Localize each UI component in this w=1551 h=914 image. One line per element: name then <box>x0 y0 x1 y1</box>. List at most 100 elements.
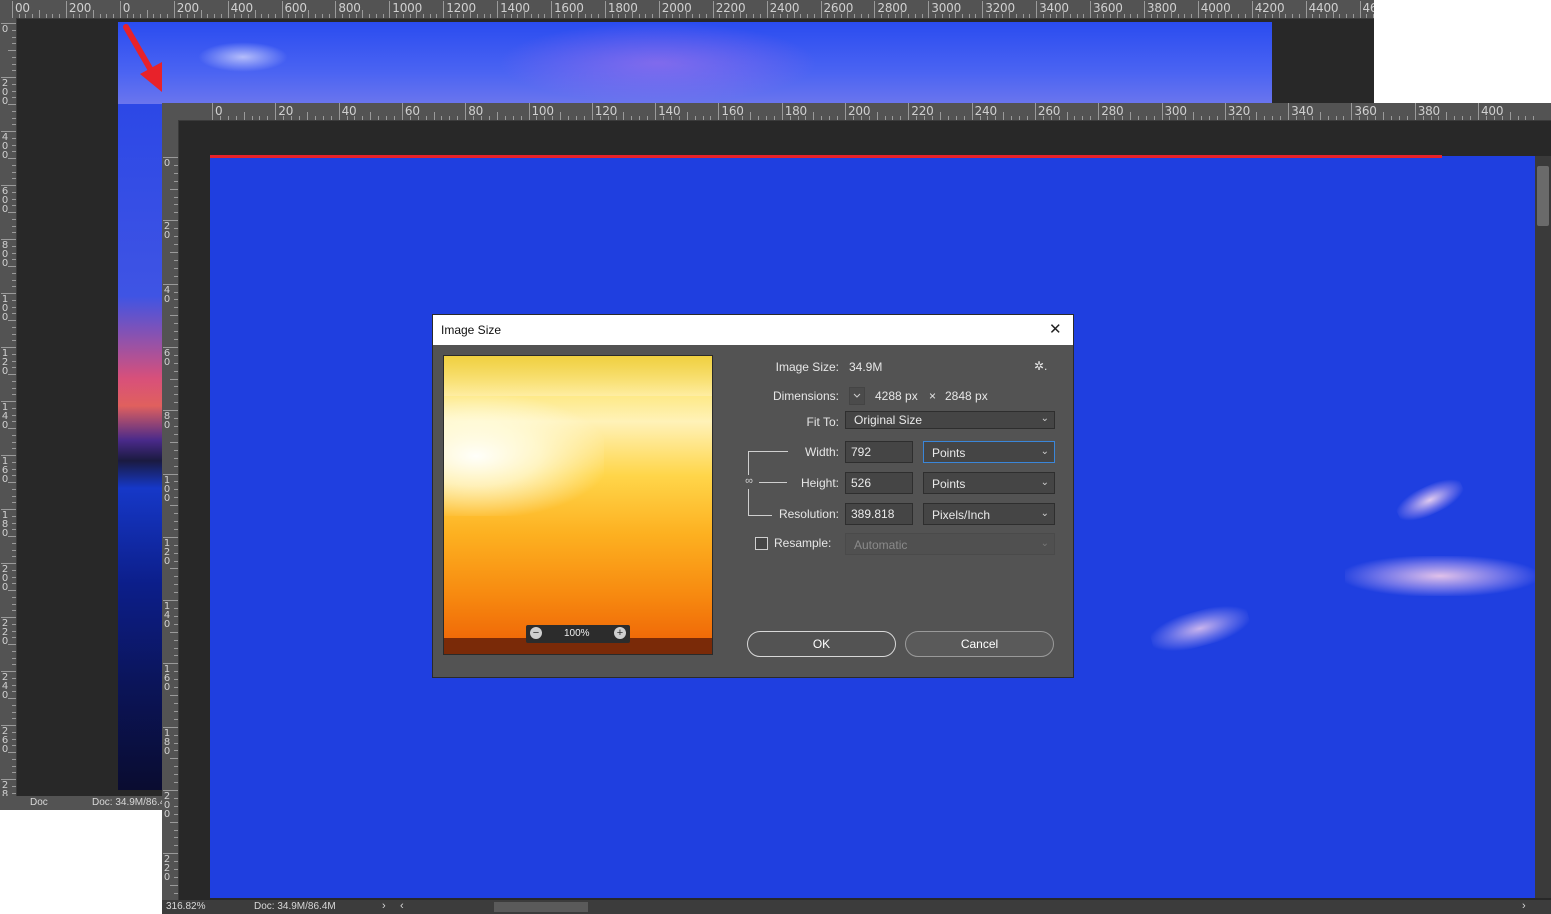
ruler-tick <box>119 1 121 18</box>
ruler-minor-tick <box>174 196 178 198</box>
resolution-unit-select[interactable]: Pixels/Inch ⌄ <box>923 503 1055 525</box>
ruler-minor-tick <box>921 14 923 18</box>
ruler-minor-tick <box>174 449 178 451</box>
ruler-minor-tick <box>348 14 350 18</box>
ruler-minor-tick <box>8 752 16 753</box>
ruler-minor-tick <box>174 164 178 166</box>
ruler-minor-tick <box>12 657 16 659</box>
ruler-minor-tick <box>174 608 178 609</box>
ruler-minor-tick <box>833 14 835 18</box>
resample-checkbox[interactable] <box>755 537 768 550</box>
ruler-minor-tick <box>1509 112 1511 120</box>
ruler-minor-tick <box>457 116 459 120</box>
ruler-minor-tick <box>854 14 856 18</box>
gear-icon[interactable]: ✲. <box>1034 359 1047 373</box>
ruler-minor-tick <box>174 457 178 459</box>
ruler-minor-tick <box>174 244 178 246</box>
ruler-minor-tick <box>12 97 16 99</box>
ruler-minor-tick <box>174 338 178 340</box>
ruler-minor-tick <box>219 116 221 120</box>
width-unit-select[interactable]: Points ⌄ <box>923 441 1055 463</box>
ruler-tick <box>820 1 822 18</box>
ruler-minor-tick <box>1258 14 1260 18</box>
ruler-minor-tick <box>12 306 16 308</box>
ruler-minor-tick <box>1116 10 1118 18</box>
dialog-title-bar[interactable]: Image Size ✕ <box>433 315 1073 345</box>
ruler-minor-tick <box>330 116 332 120</box>
status-menu-arrow[interactable]: › <box>382 900 386 912</box>
ruler-minor-tick <box>12 56 16 58</box>
ruler-minor-tick <box>12 90 16 92</box>
ruler-minor-tick <box>174 275 178 277</box>
zoom-in-icon[interactable]: + <box>614 627 626 639</box>
ruler-label: 200 <box>176 1 200 15</box>
scroll-left-arrow[interactable]: ‹ <box>400 900 404 912</box>
ruler-minor-tick <box>12 63 16 65</box>
ruler-minor-tick <box>1042 14 1044 18</box>
vertical-ruler[interactable]: 0 2 0 0 4 0 0 6 0 0 8 0 0 1 0 0 1 2 0 1 4 0 1 6 … <box>0 18 17 796</box>
horizontal-scroll-thumb[interactable] <box>494 902 588 912</box>
preview-zoom-level: 100% <box>564 628 590 639</box>
ruler-minor-tick <box>355 14 357 18</box>
ruler-minor-tick <box>1454 116 1456 120</box>
chevron-down-icon[interactable] <box>849 387 865 405</box>
ruler-minor-tick <box>12 117 16 119</box>
ruler-minor-tick <box>241 14 243 18</box>
ruler-minor-tick <box>537 14 539 18</box>
ruler-minor-tick <box>174 829 178 831</box>
ruler-label: 3600 <box>1093 1 1123 15</box>
ruler-minor-tick <box>726 116 728 120</box>
ruler-minor-tick <box>12 758 16 760</box>
image-preview[interactable]: − 100% + <box>443 355 713 655</box>
chevron-down-icon: ⌄ <box>1040 508 1049 519</box>
ruler-minor-tick <box>847 10 849 18</box>
resolution-input[interactable]: 389.818 <box>845 503 913 525</box>
close-icon[interactable]: ✕ <box>1049 320 1062 338</box>
resample-select[interactable]: Automatic ⌄ <box>845 533 1055 555</box>
height-input[interactable]: 526 <box>845 472 913 494</box>
ruler-minor-tick <box>170 315 178 317</box>
ruler-minor-tick <box>174 172 178 174</box>
ruler-tick <box>971 103 973 120</box>
ruler-minor-tick <box>174 679 178 681</box>
scroll-right-arrow[interactable]: › <box>1522 900 1526 912</box>
ruler-tick <box>1305 1 1307 18</box>
ruler-minor-tick <box>267 116 269 120</box>
ruler-minor-tick <box>663 116 664 120</box>
ruler-minor-tick <box>174 655 178 657</box>
height-unit-select[interactable]: Points ⌄ <box>923 472 1055 494</box>
ruler-minor-tick <box>1103 14 1105 18</box>
vertical-scroll-thumb[interactable] <box>1537 166 1549 226</box>
ok-button[interactable]: OK <box>747 631 896 657</box>
ruler-minor-tick <box>1327 116 1329 120</box>
vertical-scrollbar[interactable] <box>1535 156 1551 898</box>
ruler-minor-tick <box>174 481 178 483</box>
ruler-minor-tick <box>170 378 178 380</box>
ruler-minor-tick <box>685 10 687 18</box>
ruler-minor-tick <box>1137 116 1139 120</box>
vertical-ruler[interactable]: 0 2 0 4 0 6 0 8 0 1 0 0 1 2 0 1 4 0 1 6 0 1 8 0 2 … <box>162 120 179 900</box>
ruler-minor-tick <box>174 267 178 269</box>
horizontal-ruler[interactable]: 0 20 40 60 80 100 120 140 160 180 200 220 240 260 280 3… <box>162 103 1551 121</box>
zoom-level[interactable]: 316.82% <box>166 901 205 912</box>
ruler-minor-tick <box>322 116 324 120</box>
ruler-tick <box>281 1 283 18</box>
ruler-tick <box>928 1 930 18</box>
ruler-minor-tick <box>174 615 178 617</box>
zoom-out-icon[interactable]: − <box>530 627 542 639</box>
ruler-label: 1 6 0 <box>163 664 171 694</box>
ruler-minor-tick <box>1129 112 1131 120</box>
horizontal-ruler[interactable]: 00 200 0 200 400 600 800 1000 1200 1400 1600 1800 20… <box>0 0 1374 19</box>
width-input[interactable]: 792 <box>845 441 913 463</box>
ruler-minor-tick <box>12 691 16 693</box>
fit-to-select[interactable]: Original Size ⌄ <box>845 411 1055 429</box>
ruler-minor-tick <box>12 792 16 794</box>
cancel-button[interactable]: Cancel <box>905 631 1054 657</box>
ruler-minor-tick <box>961 14 963 18</box>
ruler-minor-tick <box>12 745 16 747</box>
ruler-minor-tick <box>170 758 178 760</box>
ruler-minor-tick <box>12 421 16 423</box>
ruler-label: 4 0 <box>163 284 171 305</box>
ruler-minor-tick <box>1022 14 1024 18</box>
ruler-label: 1000 <box>392 1 423 15</box>
